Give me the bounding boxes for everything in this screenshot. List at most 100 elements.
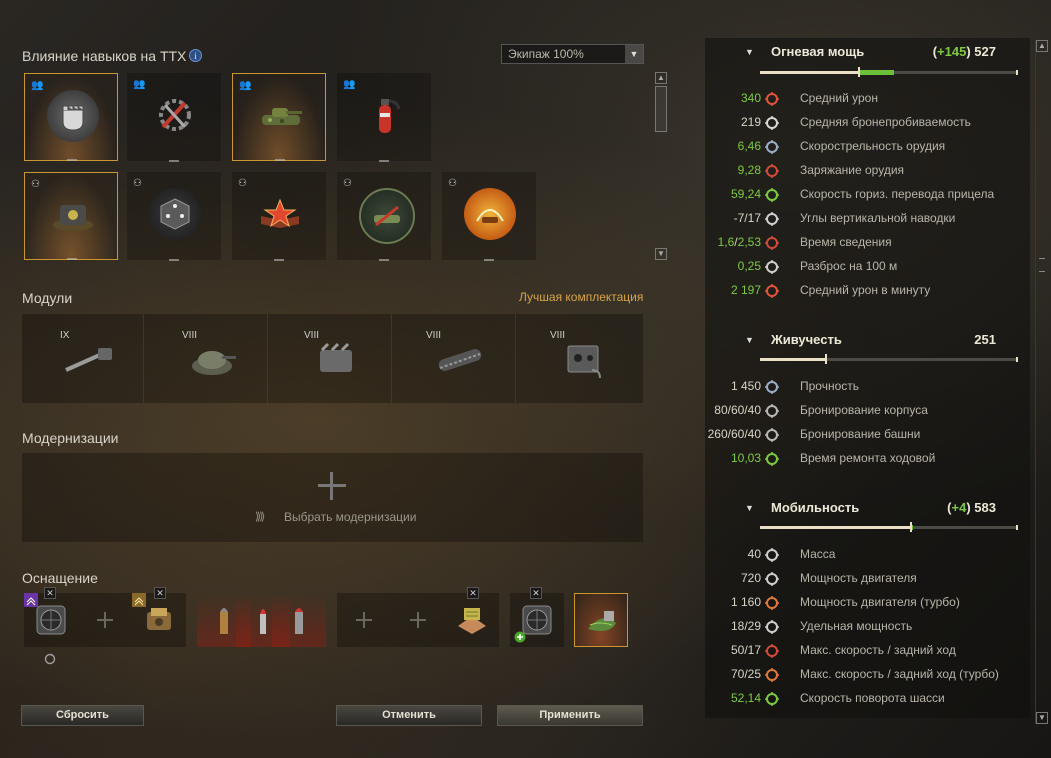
close-icon[interactable]: ✕ (530, 587, 542, 599)
add-icon[interactable] (410, 612, 426, 628)
add-icon[interactable] (97, 612, 113, 628)
scroll-up-icon[interactable]: ▲ (655, 72, 667, 84)
stat-row[interactable]: -7/17 Углы вертикальной наводки (705, 208, 1025, 230)
select-modernization-link[interactable]: Выбрать модернизации (284, 510, 416, 524)
fire-extinguisher-icon (359, 89, 411, 141)
skill-slot-3[interactable]: 👥 (232, 73, 326, 161)
scroll-down-icon[interactable]: ▼ (655, 248, 667, 260)
modules-title: Модули (22, 290, 73, 306)
group-mobility[interactable]: ▼ Мобильность (+4) 583 (705, 500, 1030, 520)
equipment-slot-3[interactable] (132, 593, 186, 647)
apply-button[interactable]: Применить (497, 705, 643, 726)
crew-level-dropdown[interactable]: Экипаж 100% ▼ (501, 44, 644, 64)
equipment-slot-6[interactable] (445, 593, 499, 647)
scroll-down-icon[interactable]: ▼ (1036, 712, 1048, 724)
best-configuration-link[interactable]: Лучшая комплектация (519, 290, 643, 304)
info-icon[interactable]: i (189, 49, 202, 62)
stat-label: Прочность (800, 379, 860, 393)
weight-icon (765, 548, 779, 562)
group-firepower[interactable]: ▼ Огневая мощь (+145) 527 (705, 44, 1030, 64)
group-total: 583 (974, 500, 996, 515)
shell-slot-3[interactable] (272, 593, 326, 647)
skill-slot-7[interactable]: ⚇ (232, 172, 326, 261)
stat-row[interactable]: 50/17 Макс. скорость / задний ход (705, 640, 1025, 662)
bar-end (1016, 357, 1018, 362)
equipment-slot-7[interactable] (510, 593, 564, 647)
stat-row[interactable]: 219 Средняя бронепробиваемость (705, 112, 1025, 134)
stat-value: 9,28 (737, 163, 761, 177)
stat-value: 52,14 (730, 691, 761, 705)
group-name: Мобильность (771, 500, 860, 515)
equipment-slot-1[interactable] (24, 593, 78, 647)
penetration-icon (765, 116, 779, 130)
scroll-thumb[interactable] (1039, 258, 1045, 272)
stat-label: Время ремонта ходовой (800, 451, 936, 465)
skill-slot-8[interactable]: ⚇ (337, 172, 431, 261)
skill-slot-9[interactable]: ⚇ (442, 172, 536, 261)
close-icon[interactable]: ✕ (154, 587, 166, 599)
stat-value: 720 (740, 571, 761, 585)
stats-scrollbar[interactable]: ▲ ▼ (1035, 40, 1049, 724)
add-icon[interactable] (318, 472, 346, 500)
cancel-button[interactable]: Отменить (336, 705, 482, 726)
stat-value: 2 197 (730, 283, 761, 297)
stat-label: Скорость гориз. перевода прицела (800, 187, 995, 201)
stat-row[interactable]: 6,46 Скорострельность орудия (705, 136, 1025, 158)
stat-row[interactable]: 1 160 Мощность двигателя (турбо) (705, 592, 1025, 614)
crew-level-value: Экипаж 100% (508, 47, 584, 61)
stat-row[interactable]: 70/25 Макс. скорость / задний ход (турбо) (705, 664, 1025, 686)
stat-row[interactable]: 720 Мощность двигателя (705, 568, 1025, 590)
stat-row[interactable]: 10,03 Время ремонта ходовой (705, 448, 1025, 470)
module-radio[interactable]: VIII (518, 314, 640, 403)
stat-row[interactable]: 260/60/40 Бронирование башни (705, 424, 1025, 446)
stat-row[interactable]: 1 450 Прочность (705, 376, 1025, 398)
skills-title: Влияние навыков на ТТХ (22, 48, 187, 64)
add-icon[interactable] (356, 612, 372, 628)
module-engine[interactable]: VIII (270, 314, 392, 403)
collapse-icon[interactable]: ▼ (745, 335, 754, 345)
skill-slot-6[interactable]: ⚇ (127, 172, 221, 261)
stat-row[interactable]: 340 Средний урон (705, 88, 1025, 110)
stat-row[interactable]: 52,14 Скорость поворота шасси (705, 688, 1025, 710)
stat-row[interactable]: 80/60/40 Бронирование корпуса (705, 400, 1025, 422)
equipment-slot-4[interactable] (337, 593, 391, 647)
binoculars-icon: ⚇ (133, 178, 142, 189)
stat-row[interactable]: 18/29 Удельная мощность (705, 616, 1025, 638)
bar-marker (909, 522, 912, 532)
group-name: Живучесть (771, 332, 842, 347)
collapse-icon[interactable]: ▼ (745, 503, 754, 513)
rammer-icon (147, 608, 171, 630)
bar-fill (760, 526, 910, 529)
module-turret[interactable]: VIII (146, 314, 268, 403)
module-tracks[interactable]: VIII (394, 314, 516, 403)
skills-scrollbar[interactable]: ▲ ▼ (655, 72, 667, 260)
skill-slot-2[interactable]: 👥 (127, 73, 221, 162)
stat-value: 1,6/2,53 (718, 235, 761, 249)
close-icon[interactable]: ✕ (44, 587, 56, 599)
skill-slot-4[interactable]: 👥 (337, 73, 431, 162)
stat-row[interactable]: 40 Масса (705, 544, 1025, 566)
module-gun[interactable]: IX (22, 314, 144, 403)
stat-value: -7/17 (733, 211, 761, 225)
stat-value: 18/29 (730, 619, 761, 633)
scroll-thumb[interactable] (655, 86, 667, 132)
refresh-icon[interactable] (44, 653, 56, 665)
chevron-down-icon[interactable]: ▼ (625, 45, 643, 63)
scroll-up-icon[interactable]: ▲ (1036, 40, 1048, 52)
stat-row[interactable]: 1,6/2,53 Время сведения (705, 232, 1025, 254)
collapse-icon[interactable]: ▼ (745, 47, 754, 57)
reset-button[interactable]: Сбросить (21, 705, 144, 726)
equipment-slot-5[interactable] (391, 593, 445, 647)
modules-bar: IX VIII VIII VIII VIII (22, 314, 643, 403)
equipment-slot-2[interactable] (78, 593, 132, 647)
group-name: Огневая мощь (771, 44, 865, 59)
group-survivability[interactable]: ▼ Живучесть 251 (705, 332, 1030, 352)
stat-row[interactable]: 2 197 Средний урон в минуту (705, 280, 1025, 302)
stat-row[interactable]: 59,24 Скорость гориз. перевода прицела (705, 184, 1025, 206)
stat-row[interactable]: 9,28 Заряжание орудия (705, 160, 1025, 182)
skill-slot-1[interactable]: 👥 (24, 73, 118, 161)
stat-row[interactable]: 0,25 Разброс на 100 м (705, 256, 1025, 278)
skill-slot-5[interactable]: ⚇ (24, 172, 118, 260)
equipment-slot-8[interactable] (574, 593, 628, 647)
close-icon[interactable]: ✕ (467, 587, 479, 599)
